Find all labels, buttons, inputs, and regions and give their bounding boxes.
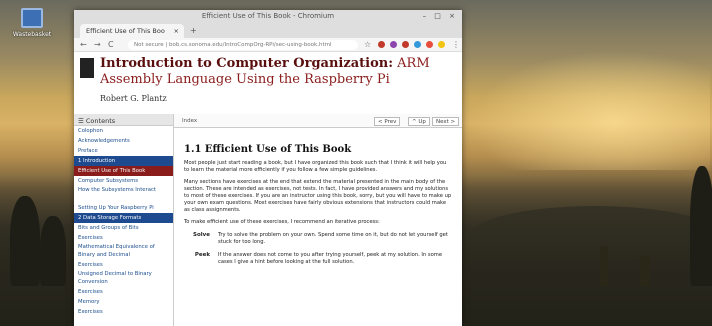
back-icon[interactable]: ← [80,40,87,49]
address-bar[interactable]: Not secure | bob.cs.sonoma.edu/IntroComp… [128,40,358,50]
toc-item[interactable]: Exercises [74,287,173,297]
forward-icon[interactable]: → [94,40,101,49]
book-title[interactable]: Introduction to Computer Organization: A… [100,56,460,88]
paragraph: Many sections have exercises at the end … [184,179,452,213]
up-button[interactable]: ^ Up [408,117,430,126]
sunset-glow [470,50,710,170]
toc-item[interactable]: Computer Subsystems [74,176,173,186]
toc-header[interactable]: ☰ Contents [74,114,173,126]
toc-item[interactable]: Memory [74,297,173,307]
reload-icon[interactable]: C [108,40,114,49]
tree [10,196,40,286]
extension-icon[interactable] [438,41,445,48]
step-description: Try to solve the problem on your own. Sp… [218,232,448,245]
toc-item[interactable]: Exercises [74,260,173,270]
toc-item[interactable]: Mathematical Equivalence of Binary and D… [74,243,173,260]
process-steps: Solve Try to solve the problem on your ow… [184,232,452,266]
toc-sidebar: ☰ Contents Colophon Acknowledgements Prefa… [74,114,174,326]
window-controls[interactable]: – □ × [423,12,458,20]
book-author: Robert G. Plantz [100,94,167,103]
tree [690,166,712,286]
process-step: Solve Try to solve the problem on your ow… [184,232,452,246]
toc-item-active[interactable]: Efficient Use of This Book [74,166,173,176]
section-heading: 1.1 Efficient Use of This Book [184,144,352,155]
tab-strip: Efficient Use of This Boo × + [74,24,462,38]
desktop-icon-label: Wastebasket [12,31,52,38]
toc-list: Colophon Acknowledgements Preface 1 Introdu… [74,126,173,317]
toc-item[interactable]: Exercises [74,307,173,317]
book-logo-icon [80,58,94,78]
toc-chapter[interactable]: 1 Introduction [74,156,173,166]
toc-item[interactable]: Exercises [74,233,173,243]
browser-window: Efficient Use of This Book - Chromium – … [74,10,462,326]
book-title-main: Introduction to Computer Organization: [100,56,394,71]
bookmark-star-icon[interactable]: ☆ [364,40,371,49]
toc-item[interactable]: Colophon [74,126,173,136]
toc-item[interactable]: How the Subsystems Interact [74,186,173,203]
page-navbar: Index < Prev ^ Up Next > [174,114,462,128]
extension-icon[interactable] [414,41,421,48]
new-tab-button[interactable]: + [190,26,197,35]
tab-label: Efficient Use of This Boo [86,27,165,35]
menu-kebab-icon[interactable]: ⋮ [452,40,460,49]
toc-item[interactable]: Unsigned Decimal to Binary Conversion [74,270,173,287]
browser-toolbar: ← → C Not secure | bob.cs.sonoma.edu/Int… [74,38,462,52]
index-link[interactable]: Index [182,118,197,124]
process-step: Peek If the answer does not come to you a… [184,252,452,266]
toc-item[interactable]: Setting Up Your Raspberry Pi [74,203,173,213]
wastebasket-icon [21,8,43,28]
temple-spire [640,256,650,286]
step-description: If the answer does not come to you after… [218,252,443,265]
toc-item[interactable]: Acknowledgements [74,136,173,146]
paragraph: Most people just start reading a book, b… [184,160,447,173]
tab-active[interactable]: Efficient Use of This Boo × [80,24,184,38]
extension-icon[interactable] [402,41,409,48]
toc-chapter[interactable]: 2 Data Storage Formats [74,213,173,223]
temple-spire [600,246,608,286]
toc-item[interactable]: Bits and Groups of Bits [74,223,173,233]
extension-icon[interactable] [426,41,433,48]
desktop-icon-wastebasket[interactable]: Wastebasket [8,8,56,38]
main-content: 1.1 Efficient Use of This Book Most peop… [184,136,452,326]
window-title: Efficient Use of This Book - Chromium [201,12,335,20]
book-header: Introduction to Computer Organization: A… [74,52,462,114]
step-term: Solve [193,232,210,238]
tree [40,216,66,286]
prev-button[interactable]: < Prev [374,117,401,126]
extension-icon[interactable] [390,41,397,48]
step-term: Peek [194,252,210,258]
extension-icon[interactable] [378,41,385,48]
tab-close-icon[interactable]: × [174,27,179,35]
toc-item[interactable]: Preface [74,146,173,156]
next-button[interactable]: Next > [432,117,460,126]
title-bar[interactable]: Efficient Use of This Book - Chromium – … [74,10,462,24]
paragraph: To make efficient use of these exercises… [184,219,380,225]
